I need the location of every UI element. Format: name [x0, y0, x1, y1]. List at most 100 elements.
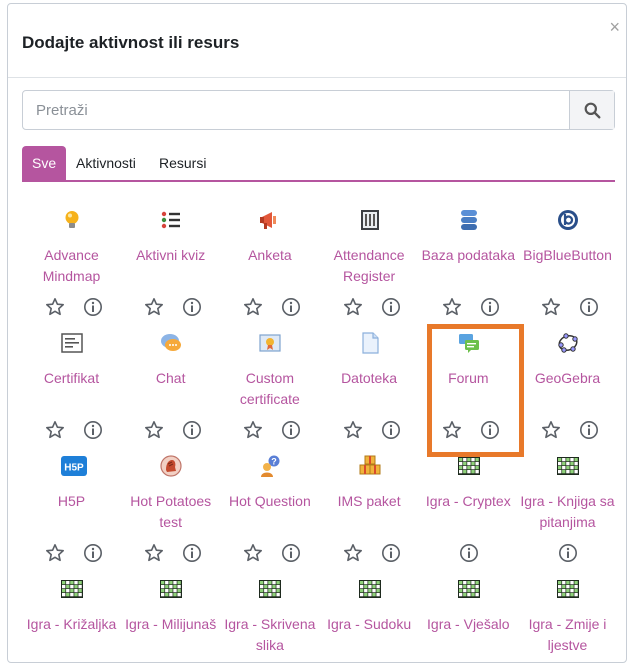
- info-icon[interactable]: [381, 420, 401, 440]
- info-icon[interactable]: [281, 420, 301, 440]
- register-icon: [359, 209, 381, 231]
- activity-actions: [220, 420, 319, 440]
- activity-actions: [419, 297, 518, 317]
- info-icon[interactable]: [281, 543, 301, 563]
- activity-actions: [121, 297, 220, 317]
- star-icon[interactable]: [45, 420, 65, 440]
- activity-actions: [220, 297, 319, 317]
- activity-actions: [220, 543, 319, 563]
- info-icon[interactable]: [83, 297, 103, 317]
- activity-name[interactable]: Igra - Milijunaš: [121, 614, 220, 635]
- info-icon[interactable]: [182, 297, 202, 317]
- search-button[interactable]: [569, 91, 614, 129]
- database-icon: [458, 209, 480, 231]
- tab-all[interactable]: Sve: [22, 146, 67, 180]
- game-grid-icon: [259, 578, 282, 600]
- file-icon: [359, 332, 381, 354]
- activity-name[interactable]: H5P: [22, 491, 121, 512]
- activity-actions: [320, 420, 419, 440]
- star-icon[interactable]: [45, 543, 65, 563]
- activity-name[interactable]: Baza podataka: [419, 245, 518, 266]
- star-icon[interactable]: [343, 420, 363, 440]
- info-icon[interactable]: [83, 420, 103, 440]
- info-icon[interactable]: [182, 420, 202, 440]
- activity-actions: [22, 543, 121, 563]
- activity-name[interactable]: Igra - Sudoku: [320, 614, 419, 635]
- star-icon[interactable]: [243, 420, 263, 440]
- activity-name[interactable]: BigBlueButton: [518, 245, 617, 266]
- info-icon[interactable]: [459, 543, 479, 563]
- lightbulb-icon: [61, 209, 83, 231]
- star-icon[interactable]: [343, 297, 363, 317]
- search-icon: [584, 102, 600, 118]
- info-icon[interactable]: [579, 297, 599, 317]
- activity-name[interactable]: Certifikat: [22, 368, 121, 389]
- info-icon[interactable]: [381, 297, 401, 317]
- activity-name[interactable]: Anketa: [220, 245, 319, 266]
- tab-resources[interactable]: Resursi: [159, 146, 206, 180]
- chat-icon: [160, 332, 182, 354]
- activity-name[interactable]: Chat: [121, 368, 220, 389]
- info-icon[interactable]: [281, 297, 301, 317]
- list-icon: [160, 209, 182, 231]
- tab-bar: Sve Aktivnosti Resursi: [22, 146, 615, 182]
- activity-name[interactable]: GeoGebra: [518, 368, 617, 389]
- bigbluebutton-icon: [557, 209, 579, 231]
- star-icon[interactable]: [243, 297, 263, 317]
- modal-title: Dodajte aktivnost ili resurs: [22, 33, 240, 52]
- activity-name[interactable]: Advance Mindmap: [22, 245, 121, 287]
- star-icon[interactable]: [442, 297, 462, 317]
- activity-actions: [22, 420, 121, 440]
- search-box: [22, 90, 615, 130]
- forum-highlight-box: [427, 324, 524, 457]
- info-icon[interactable]: [579, 420, 599, 440]
- star-icon[interactable]: [45, 297, 65, 317]
- activity-actions: [518, 420, 617, 440]
- game-grid-icon: [61, 578, 83, 600]
- activity-name[interactable]: Custom certificate: [220, 368, 319, 410]
- star-icon[interactable]: [144, 297, 164, 317]
- hot-question-icon: ?: [259, 455, 281, 477]
- activity-name[interactable]: Aktivni kviz: [121, 245, 220, 266]
- activity-name[interactable]: Attendance Register: [320, 245, 419, 287]
- svg-text:H5P: H5P: [64, 463, 84, 474]
- star-icon[interactable]: [243, 543, 263, 563]
- star-icon[interactable]: [144, 420, 164, 440]
- custom-certificate-icon: [259, 332, 281, 354]
- activity-name[interactable]: Igra - Križaljka: [22, 614, 121, 635]
- star-icon[interactable]: [343, 543, 363, 563]
- activity-actions: [121, 543, 220, 563]
- game-grid-icon: [160, 578, 183, 600]
- activity-name[interactable]: IMS paket: [320, 491, 419, 512]
- activity-actions: [518, 543, 617, 563]
- info-icon[interactable]: [182, 543, 202, 563]
- activity-actions: [22, 297, 121, 317]
- activity-name[interactable]: Igra - Zmije i ljestve: [518, 614, 617, 656]
- star-icon[interactable]: [144, 543, 164, 563]
- info-icon[interactable]: [558, 543, 578, 563]
- game-grid-icon: [557, 455, 579, 477]
- star-icon[interactable]: [541, 297, 561, 317]
- info-icon[interactable]: [480, 297, 500, 317]
- activity-name[interactable]: Igra - Skrivena slika: [220, 614, 319, 656]
- info-icon[interactable]: [381, 543, 401, 563]
- activity-name[interactable]: Igra - Vješalo: [419, 614, 518, 635]
- h5p-icon: H5P: [61, 455, 87, 477]
- hot-potatoes-icon: [160, 455, 182, 477]
- modal-header: Dodajte aktivnost ili resurs ×: [8, 4, 626, 78]
- activity-name[interactable]: Igra - Knjiga sa pitanjima: [518, 491, 617, 533]
- geogebra-icon: [557, 332, 579, 354]
- info-icon[interactable]: [83, 543, 103, 563]
- ims-package-icon: [359, 455, 381, 477]
- activity-name[interactable]: Hot Question: [220, 491, 319, 512]
- activity-actions: [320, 543, 419, 563]
- close-button[interactable]: ×: [609, 18, 620, 36]
- game-grid-icon: [457, 578, 480, 600]
- tab-activities[interactable]: Aktivnosti: [76, 146, 136, 180]
- activity-name[interactable]: Hot Potatoes test: [121, 491, 220, 533]
- activity-name[interactable]: Datoteka: [320, 368, 419, 389]
- search-input[interactable]: [23, 91, 571, 129]
- certificate-icon: [61, 332, 83, 354]
- activity-name[interactable]: Igra - Cryptex: [419, 491, 518, 512]
- star-icon[interactable]: [541, 420, 561, 440]
